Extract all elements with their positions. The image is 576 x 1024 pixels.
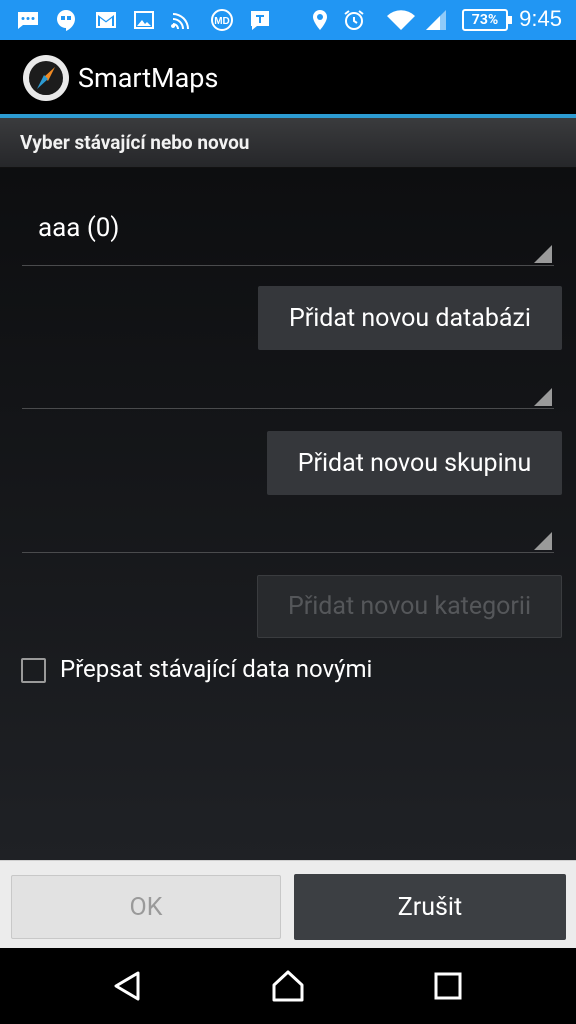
cast-icon — [171, 13, 189, 29]
status-bar: MD 73% 9:45 — [0, 0, 576, 40]
spinner-arrow-icon — [534, 532, 552, 550]
compass-logo-icon[interactable] — [22, 54, 70, 102]
overwrite-checkbox-label[interactable]: Přepsat stávající data novými — [60, 655, 372, 683]
group-spinner[interactable] — [22, 348, 554, 409]
ok-button[interactable]: OK — [11, 875, 281, 939]
dialog-footer: OK Zrušit — [0, 860, 576, 948]
chat-icon — [18, 12, 38, 29]
alarm-icon — [344, 10, 364, 30]
gmail-icon — [96, 12, 116, 28]
image-icon — [134, 11, 154, 29]
add-database-button[interactable]: Přidat novou databázi — [258, 286, 562, 350]
svg-text:MD: MD — [214, 16, 230, 27]
clock: 9:45 — [519, 6, 562, 31]
spinner-arrow-icon — [534, 388, 552, 406]
t-app-icon — [251, 11, 269, 30]
recent-apps-icon[interactable] — [430, 968, 466, 1004]
spinner-arrow-icon — [534, 245, 552, 263]
add-category-button[interactable]: Přidat novou kategorii — [257, 575, 562, 638]
battery-indicator: 73% — [462, 9, 512, 31]
navigation-bar — [0, 948, 576, 1024]
md-icon: MD — [211, 9, 233, 31]
dialog-header: Vyber stávající nebo novou — [0, 118, 576, 168]
back-icon[interactable] — [110, 968, 146, 1004]
location-icon — [313, 10, 327, 30]
action-bar: SmartMaps — [0, 40, 576, 114]
dialog-title: Vyber stávající nebo novou — [20, 131, 250, 154]
database-spinner-value: aaa (0) — [38, 213, 120, 243]
app-title: SmartMaps — [78, 62, 219, 94]
category-spinner[interactable] — [22, 492, 554, 553]
dialog-body: aaa (0) Přidat novou databázi Přidat nov… — [0, 168, 576, 860]
cancel-button[interactable]: Zrušit — [294, 874, 566, 940]
hangouts-icon — [57, 10, 75, 31]
home-icon[interactable] — [270, 968, 306, 1004]
signal-icon — [426, 10, 446, 30]
add-group-button[interactable]: Přidat novou skupinu — [267, 431, 562, 495]
database-spinner[interactable]: aaa (0) — [22, 196, 554, 266]
overwrite-checkbox[interactable] — [21, 658, 46, 683]
wifi-icon — [387, 10, 415, 30]
